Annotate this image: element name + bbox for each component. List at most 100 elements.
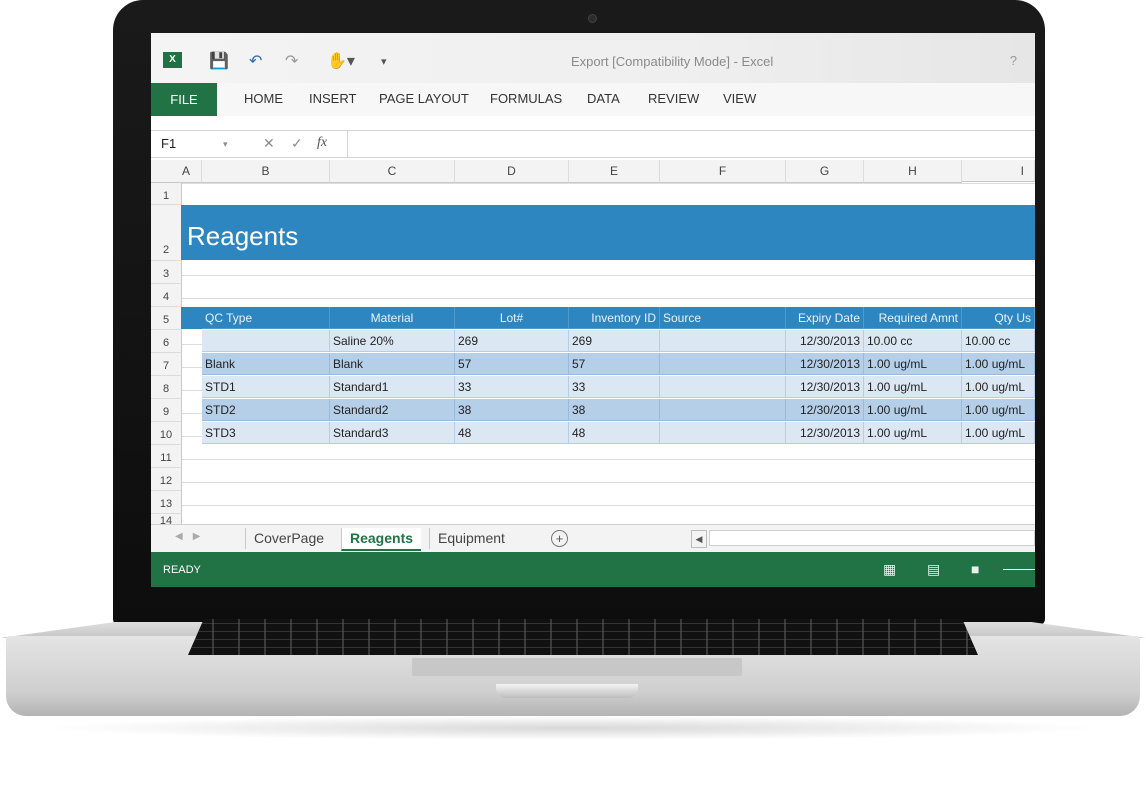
table-cell[interactable]: Blank [330,353,455,375]
table-cell[interactable] [202,330,330,352]
row-header[interactable]: 7 [151,353,182,376]
cancel-icon[interactable]: ✕ [263,135,275,152]
table-cell[interactable]: STD2 [202,399,330,421]
row-header[interactable]: 1 [151,183,182,205]
sheet-tab-equipment[interactable]: Equipment [429,528,513,549]
table-cell[interactable] [660,422,786,444]
table-cell[interactable]: 57 [569,353,660,375]
table-header-cell[interactable]: Material [330,307,455,329]
table-cell[interactable]: 1.00 ug/mL [864,353,962,375]
normal-view-icon[interactable]: ▦ [883,561,896,578]
table-header-cell[interactable]: Inventory ID [569,307,660,329]
table-cell[interactable] [660,376,786,398]
select-all-corner[interactable] [151,160,172,183]
name-box-dropdown-icon[interactable]: ▾ [223,139,228,150]
row-header[interactable]: 3 [151,261,182,284]
sheet-nav-arrows-icon[interactable]: ◀▶ [175,531,210,542]
insert-function-icon[interactable]: fx [317,135,327,151]
enter-icon[interactable]: ✓ [291,135,303,152]
row-header[interactable]: 8 [151,376,182,399]
row-header[interactable]: 12 [151,468,182,491]
sheet-tab-coverpage[interactable]: CoverPage [245,528,332,549]
table-cell[interactable]: 12/30/2013 [786,353,864,375]
table-cell[interactable]: 38 [455,399,569,421]
table-cell[interactable]: Standard1 [330,376,455,398]
row-header[interactable]: 11 [151,445,182,468]
table-cell[interactable]: 12/30/2013 [786,376,864,398]
row-header[interactable]: 6 [151,330,182,353]
table-header-cell[interactable]: QC Type [202,307,330,329]
table-cell[interactable]: 12/30/2013 [786,399,864,421]
zoom-slider[interactable] [1003,569,1035,570]
add-sheet-icon[interactable]: + [551,530,568,547]
table-cell[interactable]: 1.00 ug/mL [864,422,962,444]
table-cell[interactable]: 48 [569,422,660,444]
table-cell[interactable]: Standard3 [330,422,455,444]
column-header[interactable]: B [202,160,330,183]
table-cell[interactable]: 269 [569,330,660,352]
customize-icon[interactable]: ▾ [381,55,387,68]
save-icon[interactable]: 💾 [209,51,229,71]
table-cell[interactable]: 1.00 ug/mL [864,399,962,421]
table-cell[interactable]: 12/30/2013 [786,422,864,444]
table-cell[interactable]: 38 [569,399,660,421]
table-header-cell[interactable]: Qty Us [962,307,1035,329]
redo-icon[interactable]: ↷ [285,51,298,71]
row-header[interactable]: 2 [151,205,182,261]
sheet-tab-reagents[interactable]: Reagents [341,528,422,551]
row-header[interactable]: 5 [151,307,182,330]
table-cell[interactable] [660,330,786,352]
column-header[interactable]: G [786,160,864,183]
tab-page-layout[interactable]: PAGE LAYOUT [379,91,469,106]
table-cell[interactable]: 269 [455,330,569,352]
tab-file[interactable]: FILE [151,83,217,116]
horizontal-scrollbar[interactable] [709,530,1035,546]
column-header[interactable]: E [569,160,660,183]
page-break-view-icon[interactable]: ■ [971,561,979,577]
table-cell[interactable]: 1.00 ug/mL [962,422,1035,444]
table-cell[interactable]: 57 [455,353,569,375]
table-cell[interactable]: 10.00 cc [962,330,1035,352]
table-cell[interactable]: STD1 [202,376,330,398]
table-cell[interactable]: Blank [202,353,330,375]
column-header[interactable]: H [864,160,962,183]
row-header[interactable]: 9 [151,399,182,422]
name-box[interactable]: F1 [161,136,176,151]
page-layout-view-icon[interactable]: ▤ [927,561,940,578]
table-cell[interactable]: Standard2 [330,399,455,421]
row-header[interactable]: 4 [151,284,182,307]
table-header-cell[interactable]: Required Amnt [864,307,962,329]
table-cell[interactable]: 1.00 ug/mL [864,376,962,398]
tab-view[interactable]: VIEW [723,91,756,106]
table-cell[interactable]: 33 [455,376,569,398]
touch-mode-icon[interactable]: ✋▾ [327,51,355,71]
tab-data[interactable]: DATA [587,91,620,106]
tab-insert[interactable]: INSERT [309,91,356,106]
table-cell[interactable]: 1.00 ug/mL [962,376,1035,398]
column-header[interactable]: D [455,160,569,183]
undo-icon[interactable]: ↶ [249,51,262,71]
tab-home[interactable]: HOME [244,91,283,106]
table-cell[interactable]: Saline 20% [330,330,455,352]
scroll-left-icon[interactable]: ◀ [691,530,707,548]
table-cell[interactable]: 48 [455,422,569,444]
tab-review[interactable]: REVIEW [648,91,699,106]
column-header[interactable]: F [660,160,786,183]
table-cell[interactable]: 33 [569,376,660,398]
row-header[interactable]: 13 [151,491,182,514]
table-header-cell[interactable]: Lot# [455,307,569,329]
help-icon[interactable]: ? [1010,53,1017,68]
table-cell[interactable]: 1.00 ug/mL [962,353,1035,375]
column-header[interactable]: I [962,160,1035,182]
table-cell[interactable]: 10.00 cc [864,330,962,352]
tab-formulas[interactable]: FORMULAS [490,91,562,106]
table-cell[interactable] [660,353,786,375]
column-header[interactable]: A [171,160,202,183]
formula-input[interactable] [347,131,1035,157]
table-cell[interactable]: 12/30/2013 [786,330,864,352]
column-header[interactable]: C [330,160,455,183]
table-cell[interactable]: STD3 [202,422,330,444]
table-header-cell[interactable]: Source [660,307,786,329]
table-cell[interactable]: 1.00 ug/mL [962,399,1035,421]
row-header[interactable]: 10 [151,422,182,445]
